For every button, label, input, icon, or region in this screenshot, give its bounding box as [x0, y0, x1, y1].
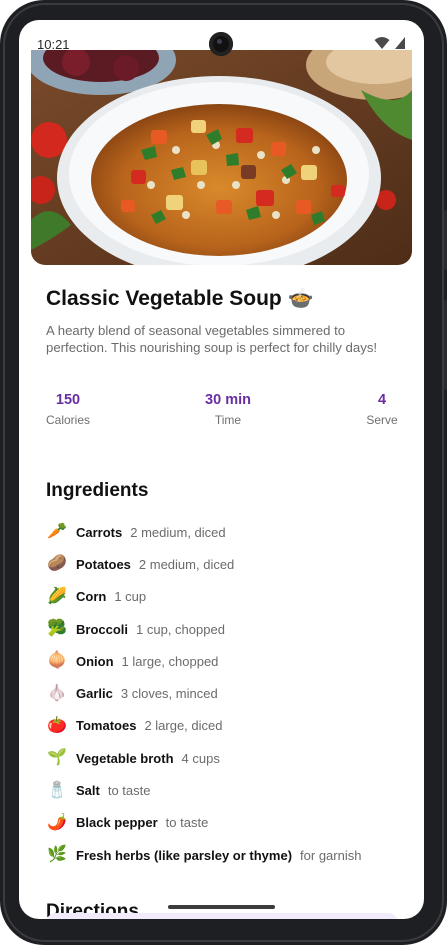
stat-label: Time: [214, 413, 242, 427]
ingredient-name: Carrots: [76, 524, 123, 540]
ingredient-name: Vegetable broth: [76, 750, 174, 766]
list-item: 🧂 Salt to taste: [46, 774, 398, 806]
garlic-icon: 🧄: [47, 684, 67, 702]
recipe-title: Classic Vegetable Soup 🍲: [46, 287, 314, 310]
list-item: 🧅 Onion 1 large, chopped: [46, 645, 398, 677]
stat-value: 150: [55, 392, 81, 408]
ingredient-quantity: for garnish: [300, 847, 362, 863]
stat-serve: 4 Serve: [364, 392, 400, 427]
recipe-description: A hearty blend of seasonal vegetables si…: [46, 323, 378, 355]
recipe-hero-image: [31, 50, 412, 265]
list-item: 🥔 Potatoes 2 medium, diced: [46, 548, 398, 580]
stat-label: Calories: [46, 413, 91, 427]
ingredient-quantity: to taste: [165, 815, 209, 831]
list-item: 🍅 Tomatoes 2 large, diced: [46, 710, 398, 742]
ingredient-name: Broccoli: [76, 621, 129, 637]
ingredient-quantity: 2 large, diced: [144, 718, 223, 734]
chili-pepper-icon: 🌶️: [47, 813, 67, 831]
ingredient-quantity: 1 cup: [114, 589, 147, 605]
ingredients-list: 🥕 Carrots 2 medium, diced 🥔 Potatoes 2 m…: [46, 516, 398, 871]
stat-time: 30 min Time: [196, 392, 260, 427]
stat-calories: 150 Calories: [46, 392, 90, 427]
phone-frame: 10:21 Classic Vegetable Soup 🍲 A hearty …: [0, 0, 447, 945]
ingredients-heading: Ingredients: [46, 480, 149, 501]
broccoli-icon: 🥦: [47, 620, 67, 638]
stat-value: 4: [377, 392, 387, 408]
ingredient-name: Corn: [76, 589, 107, 605]
seedling-icon: 🌱: [47, 749, 67, 767]
ingredient-name: Tomatoes: [76, 718, 137, 734]
ingredient-quantity: 4 cups: [181, 750, 220, 766]
list-item: 🌱 Vegetable broth 4 cups: [46, 742, 398, 774]
signal-icon: [395, 37, 405, 49]
wifi-icon: [374, 37, 390, 49]
status-time: 10:21: [37, 37, 70, 52]
list-item: 🌽 Corn 1 cup: [46, 581, 398, 613]
ingredient-quantity: 1 large, chopped: [121, 653, 219, 669]
ingredient-quantity: 1 cup, chopped: [136, 621, 225, 637]
ingredient-name: Garlic: [76, 686, 113, 702]
directions-card[interactable]: [46, 913, 398, 919]
screen: 10:21 Classic Vegetable Soup 🍲 A hearty …: [19, 20, 424, 919]
ingredient-name: Black pepper: [76, 815, 158, 831]
status-bar: 10:21: [19, 20, 424, 56]
stat-label: Serve: [366, 413, 398, 427]
ingredient-name: Potatoes: [76, 556, 131, 572]
list-item: 🧄 Garlic 3 cloves, minced: [46, 677, 398, 709]
tomato-icon: 🍅: [47, 716, 67, 734]
list-item: 🥕 Carrots 2 medium, diced: [46, 516, 398, 548]
ingredient-quantity: to taste: [107, 783, 151, 799]
front-camera: [209, 32, 233, 56]
ingredient-quantity: 2 medium, diced: [138, 556, 235, 572]
ingredient-name: Salt: [76, 783, 100, 799]
list-item: 🌿 Fresh herbs (like parsley or thyme) fo…: [46, 839, 398, 871]
home-indicator[interactable]: [168, 905, 275, 909]
list-item: 🌶️ Black pepper to taste: [46, 807, 398, 839]
herb-icon: 🌿: [47, 846, 67, 864]
ingredient-name: Fresh herbs (like parsley or thyme): [76, 847, 293, 863]
stat-value: 30 min: [205, 392, 251, 408]
salt-icon: 🧂: [47, 781, 67, 799]
recipe-content: Classic Vegetable Soup 🍲 A hearty blend …: [46, 284, 398, 919]
ingredient-name: Onion: [76, 653, 114, 669]
onion-icon: 🧅: [47, 652, 67, 670]
ingredient-quantity: 2 medium, diced: [130, 524, 226, 540]
list-item: 🥦 Broccoli 1 cup, chopped: [46, 613, 398, 645]
carrot-icon: 🥕: [47, 523, 67, 541]
status-icons: [374, 36, 406, 50]
ingredient-quantity: 3 cloves, minced: [120, 686, 218, 702]
corn-icon: 🌽: [47, 587, 67, 605]
potato-icon: 🥔: [47, 555, 67, 573]
recipe-stats: 150 Calories 30 min Time 4 Serve: [46, 392, 398, 432]
